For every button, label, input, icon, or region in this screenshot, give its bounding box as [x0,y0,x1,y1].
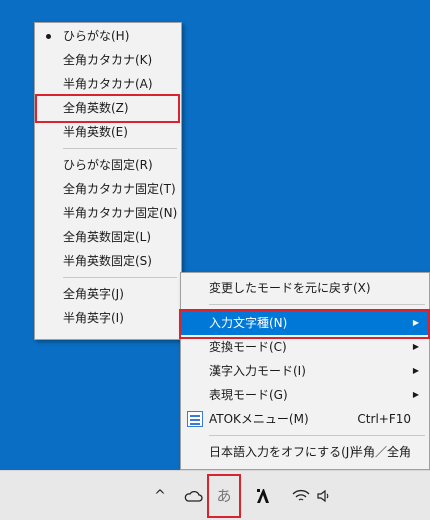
menu-item-kanji-input-mode[interactable]: 漢字入力モード(I) ▶ [181,359,429,383]
menu-item-atok-menu[interactable]: ATOKメニュー(M) Ctrl+F10 [181,407,429,431]
menu-item-expression-mode[interactable]: 表現モード(G) ▶ [181,383,429,407]
wifi-icon[interactable] [290,485,312,507]
list-icon [187,411,203,427]
speaker-icon[interactable] [314,485,334,507]
input-mode-submenu: ひらがな(H) 全角カタカナ(K) 半角カタカナ(A) 全角英数(Z) 半角英数… [34,22,182,340]
menu-item-fullwidth-katakana-fixed[interactable]: 全角カタカナ固定(T) [35,177,181,201]
menu-item-label: 漢字入力モード(I) [209,364,306,378]
desktop: { "input_mode_menu": { "items": [ {"labe… [0,0,430,520]
menu-item-label: 全角カタカナ(K) [63,53,153,67]
menu-item-halfwidth-alphanumeric-fixed[interactable]: 半角英数固定(S) [35,249,181,273]
cloud-icon[interactable] [182,485,204,507]
menu-item-halfwidth-alpha[interactable]: 半角英字(I) [35,306,181,330]
menu-separator [181,431,429,440]
atok-context-menu: 変更したモードを元に戻す(X) 入力文字種(N) ▶ 変換モード(C) ▶ 漢字… [180,272,430,470]
menu-item-hiragana-fixed[interactable]: ひらがな固定(R) [35,153,181,177]
menu-item-restore-mode[interactable]: 変更したモードを元に戻す(X) [181,276,429,300]
menu-item-label: 全角英字(J) [63,287,124,301]
menu-item-label: 全角英数固定(L) [63,230,152,244]
menu-item-label: 半角英数固定(S) [63,254,152,268]
menu-item-label: 日本語入力をオフにする(J) [209,445,355,459]
menu-item-fullwidth-alpha[interactable]: 全角英字(J) [35,282,181,306]
menu-item-halfwidth-alphanumeric[interactable]: 半角英数(E) [35,120,181,144]
menu-item-label: 入力文字種(N) [209,316,288,330]
menu-item-conversion-mode[interactable]: 変換モード(C) ▶ [181,335,429,359]
menu-item-label: 全角カタカナ固定(T) [63,182,176,196]
menu-item-halfwidth-katakana[interactable]: 半角カタカナ(A) [35,72,181,96]
menu-item-input-char-type[interactable]: 入力文字種(N) ▶ [181,311,429,335]
menu-item-label: 半角英字(I) [63,311,124,325]
menu-item-label: 全角英数(Z) [63,101,129,115]
menu-item-label: 変更したモードを元に戻す(X) [209,281,371,295]
submenu-arrow-icon: ▶ [412,318,419,327]
selected-bullet-icon [46,34,51,39]
menu-separator [181,300,429,309]
menu-item-turn-off-japanese[interactable]: 日本語入力をオフにする(J) 半角／全角 [181,440,429,464]
menu-item-label: 半角英数(E) [63,125,128,139]
chevron-up-icon[interactable]: ^ [152,485,168,507]
menu-item-fullwidth-alphanumeric[interactable]: 全角英数(Z) [35,96,181,120]
submenu-arrow-icon: ▶ [412,342,419,351]
highlight-box-ime-icon [207,474,241,518]
menu-item-halfwidth-katakana-fixed[interactable]: 半角カタカナ固定(N) [35,201,181,225]
shortcut-label: Ctrl+F10 [357,412,411,426]
menu-item-label: 表現モード(G) [209,388,288,402]
submenu-arrow-icon: ▶ [412,366,419,375]
menu-separator [35,273,181,282]
menu-item-label: ひらがな固定(R) [63,158,153,172]
menu-item-label: 半角カタカナ固定(N) [63,206,178,220]
menu-item-fullwidth-alphanumeric-fixed[interactable]: 全角英数固定(L) [35,225,181,249]
menu-item-hiragana[interactable]: ひらがな(H) [35,24,181,48]
menu-item-label: 変換モード(C) [209,340,287,354]
menu-item-label: 半角カタカナ(A) [63,77,153,91]
atok-logo-icon[interactable] [252,485,274,507]
menu-separator [35,144,181,153]
menu-item-label: ATOKメニュー(M) [209,412,309,426]
menu-item-label: ひらがな(H) [63,29,130,43]
menu-item-fullwidth-katakana[interactable]: 全角カタカナ(K) [35,48,181,72]
shortcut-label: 半角／全角 [350,445,411,459]
submenu-arrow-icon: ▶ [412,390,419,399]
